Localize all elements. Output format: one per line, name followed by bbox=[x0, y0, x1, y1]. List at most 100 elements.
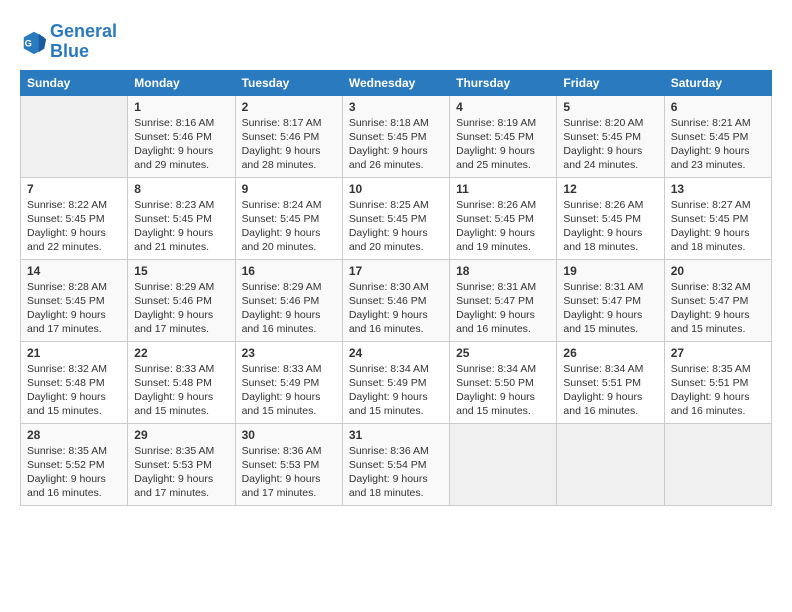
day-number: 15 bbox=[134, 264, 228, 278]
calendar-week-row: 1 Sunrise: 8:16 AM Sunset: 5:46 PM Daylig… bbox=[21, 95, 772, 177]
day-info: Sunrise: 8:34 AM Sunset: 5:49 PM Dayligh… bbox=[349, 362, 443, 419]
day-number: 18 bbox=[456, 264, 550, 278]
page-container: G General Blue SundayMondayTuesdayWednes… bbox=[0, 0, 792, 516]
calendar-cell bbox=[557, 423, 664, 505]
calendar-cell bbox=[21, 95, 128, 177]
calendar-cell: 20Sunrise: 8:32 AM Sunset: 5:47 PM Dayli… bbox=[664, 259, 771, 341]
calendar-cell: 2 Sunrise: 8:17 AM Sunset: 5:46 PM Daylig… bbox=[235, 95, 342, 177]
day-number: 27 bbox=[671, 346, 765, 360]
calendar-cell: 25 Sunrise: 8:34 AM Sunset: 5:50 PM Dayli… bbox=[450, 341, 557, 423]
day-info: Sunrise: 8:36 AM Sunset: 5:54 PM Dayligh… bbox=[349, 444, 443, 501]
calendar-cell: 9 Sunrise: 8:24 AM Sunset: 5:45 PM Daylig… bbox=[235, 177, 342, 259]
day-info: Sunrise: 8:22 AM Sunset: 5:45 PM Dayligh… bbox=[27, 198, 121, 255]
day-number: 8 bbox=[134, 182, 228, 196]
calendar-cell: 16Sunrise: 8:29 AM Sunset: 5:46 PM Dayli… bbox=[235, 259, 342, 341]
calendar-cell: 19Sunrise: 8:31 AM Sunset: 5:47 PM Dayli… bbox=[557, 259, 664, 341]
day-number: 11 bbox=[456, 182, 550, 196]
day-number: 14 bbox=[27, 264, 121, 278]
day-number: 1 bbox=[134, 100, 228, 114]
calendar-week-row: 21Sunrise: 8:32 AM Sunset: 5:48 PM Dayli… bbox=[21, 341, 772, 423]
day-info: Sunrise: 8:17 AM Sunset: 5:46 PM Dayligh… bbox=[242, 116, 336, 173]
day-number: 20 bbox=[671, 264, 765, 278]
day-info: Sunrise: 8:27 AM Sunset: 5:45 PM Dayligh… bbox=[671, 198, 765, 255]
calendar-cell: 7 Sunrise: 8:22 AM Sunset: 5:45 PM Daylig… bbox=[21, 177, 128, 259]
day-number: 21 bbox=[27, 346, 121, 360]
calendar-cell: 30Sunrise: 8:36 AM Sunset: 5:53 PM Dayli… bbox=[235, 423, 342, 505]
calendar-cell: 10Sunrise: 8:25 AM Sunset: 5:45 PM Dayli… bbox=[342, 177, 449, 259]
calendar-cell: 22 Sunrise: 8:33 AM Sunset: 5:48 PM Dayli… bbox=[128, 341, 235, 423]
day-number: 19 bbox=[563, 264, 657, 278]
calendar-cell: 13 Sunrise: 8:27 AM Sunset: 5:45 PM Dayli… bbox=[664, 177, 771, 259]
day-info: Sunrise: 8:24 AM Sunset: 5:45 PM Dayligh… bbox=[242, 198, 336, 255]
day-number: 5 bbox=[563, 100, 657, 114]
day-number: 25 bbox=[456, 346, 550, 360]
day-number: 17 bbox=[349, 264, 443, 278]
calendar-cell: 8Sunrise: 8:23 AM Sunset: 5:45 PM Daylig… bbox=[128, 177, 235, 259]
day-info: Sunrise: 8:29 AM Sunset: 5:46 PM Dayligh… bbox=[134, 280, 228, 337]
logo-icon: G bbox=[20, 28, 48, 56]
day-number: 2 bbox=[242, 100, 336, 114]
calendar-cell: 24 Sunrise: 8:34 AM Sunset: 5:49 PM Dayli… bbox=[342, 341, 449, 423]
calendar-cell: 17 Sunrise: 8:30 AM Sunset: 5:46 PM Dayli… bbox=[342, 259, 449, 341]
calendar-cell bbox=[664, 423, 771, 505]
weekday-header-wednesday: Wednesday bbox=[342, 70, 449, 95]
weekday-header-monday: Monday bbox=[128, 70, 235, 95]
day-number: 31 bbox=[349, 428, 443, 442]
calendar-cell: 15 Sunrise: 8:29 AM Sunset: 5:46 PM Dayli… bbox=[128, 259, 235, 341]
calendar-week-row: 28 Sunrise: 8:35 AM Sunset: 5:52 PM Dayli… bbox=[21, 423, 772, 505]
day-info: Sunrise: 8:30 AM Sunset: 5:46 PM Dayligh… bbox=[349, 280, 443, 337]
day-info: Sunrise: 8:34 AM Sunset: 5:50 PM Dayligh… bbox=[456, 362, 550, 419]
day-info: Sunrise: 8:16 AM Sunset: 5:46 PM Dayligh… bbox=[134, 116, 228, 173]
day-info: Sunrise: 8:33 AM Sunset: 5:49 PM Dayligh… bbox=[242, 362, 336, 419]
calendar-week-row: 7 Sunrise: 8:22 AM Sunset: 5:45 PM Daylig… bbox=[21, 177, 772, 259]
day-number: 24 bbox=[349, 346, 443, 360]
weekday-header-friday: Friday bbox=[557, 70, 664, 95]
day-info: Sunrise: 8:33 AM Sunset: 5:48 PM Dayligh… bbox=[134, 362, 228, 419]
day-number: 9 bbox=[242, 182, 336, 196]
weekday-header-thursday: Thursday bbox=[450, 70, 557, 95]
day-info: Sunrise: 8:35 AM Sunset: 5:52 PM Dayligh… bbox=[27, 444, 121, 501]
day-number: 12 bbox=[563, 182, 657, 196]
calendar-cell bbox=[450, 423, 557, 505]
day-number: 22 bbox=[134, 346, 228, 360]
day-info: Sunrise: 8:18 AM Sunset: 5:45 PM Dayligh… bbox=[349, 116, 443, 173]
day-info: Sunrise: 8:35 AM Sunset: 5:53 PM Dayligh… bbox=[134, 444, 228, 501]
day-number: 10 bbox=[349, 182, 443, 196]
day-number: 3 bbox=[349, 100, 443, 114]
calendar-cell: 23Sunrise: 8:33 AM Sunset: 5:49 PM Dayli… bbox=[235, 341, 342, 423]
calendar-cell: 31 Sunrise: 8:36 AM Sunset: 5:54 PM Dayli… bbox=[342, 423, 449, 505]
day-number: 26 bbox=[563, 346, 657, 360]
calendar-cell: 28 Sunrise: 8:35 AM Sunset: 5:52 PM Dayli… bbox=[21, 423, 128, 505]
calendar-week-row: 14 Sunrise: 8:28 AM Sunset: 5:45 PM Dayli… bbox=[21, 259, 772, 341]
day-number: 13 bbox=[671, 182, 765, 196]
day-info: Sunrise: 8:34 AM Sunset: 5:51 PM Dayligh… bbox=[563, 362, 657, 419]
weekday-header-tuesday: Tuesday bbox=[235, 70, 342, 95]
weekday-header-saturday: Saturday bbox=[664, 70, 771, 95]
day-number: 16 bbox=[242, 264, 336, 278]
calendar-cell: 11Sunrise: 8:26 AM Sunset: 5:45 PM Dayli… bbox=[450, 177, 557, 259]
day-number: 28 bbox=[27, 428, 121, 442]
calendar-cell: 29 Sunrise: 8:35 AM Sunset: 5:53 PM Dayli… bbox=[128, 423, 235, 505]
day-info: Sunrise: 8:19 AM Sunset: 5:45 PM Dayligh… bbox=[456, 116, 550, 173]
day-number: 6 bbox=[671, 100, 765, 114]
header: G General Blue bbox=[20, 18, 772, 62]
logo-text2: Blue bbox=[50, 42, 117, 62]
day-info: Sunrise: 8:28 AM Sunset: 5:45 PM Dayligh… bbox=[27, 280, 121, 337]
day-number: 4 bbox=[456, 100, 550, 114]
calendar-cell: 12 Sunrise: 8:26 AM Sunset: 5:45 PM Dayli… bbox=[557, 177, 664, 259]
calendar-cell: 5Sunrise: 8:20 AM Sunset: 5:45 PM Daylig… bbox=[557, 95, 664, 177]
weekday-header-row: SundayMondayTuesdayWednesdayThursdayFrid… bbox=[21, 70, 772, 95]
day-info: Sunrise: 8:26 AM Sunset: 5:45 PM Dayligh… bbox=[563, 198, 657, 255]
day-info: Sunrise: 8:35 AM Sunset: 5:51 PM Dayligh… bbox=[671, 362, 765, 419]
day-info: Sunrise: 8:36 AM Sunset: 5:53 PM Dayligh… bbox=[242, 444, 336, 501]
day-number: 7 bbox=[27, 182, 121, 196]
day-info: Sunrise: 8:31 AM Sunset: 5:47 PM Dayligh… bbox=[456, 280, 550, 337]
calendar-cell: 21Sunrise: 8:32 AM Sunset: 5:48 PM Dayli… bbox=[21, 341, 128, 423]
svg-text:G: G bbox=[25, 38, 32, 48]
calendar-cell: 4 Sunrise: 8:19 AM Sunset: 5:45 PM Daylig… bbox=[450, 95, 557, 177]
day-number: 29 bbox=[134, 428, 228, 442]
day-info: Sunrise: 8:21 AM Sunset: 5:45 PM Dayligh… bbox=[671, 116, 765, 173]
calendar-cell: 26 Sunrise: 8:34 AM Sunset: 5:51 PM Dayli… bbox=[557, 341, 664, 423]
calendar-cell: 1 Sunrise: 8:16 AM Sunset: 5:46 PM Daylig… bbox=[128, 95, 235, 177]
calendar-table: SundayMondayTuesdayWednesdayThursdayFrid… bbox=[20, 70, 772, 506]
